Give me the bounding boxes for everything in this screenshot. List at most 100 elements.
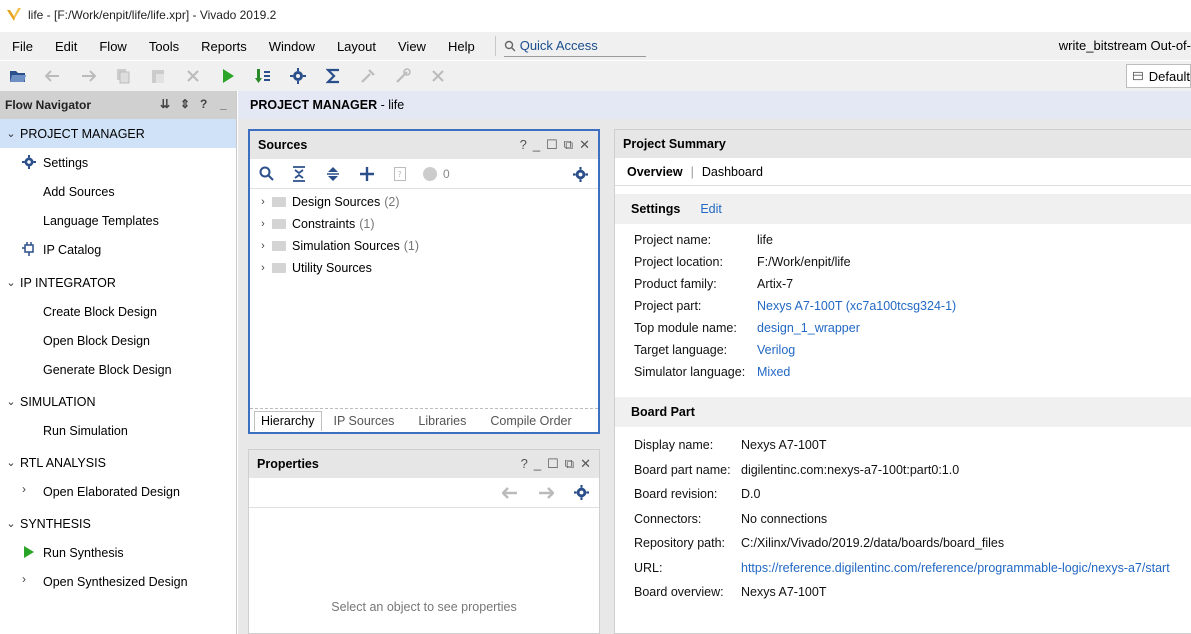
minimize-icon[interactable]: _ [220,97,227,111]
menu-file[interactable]: File [0,39,43,54]
gear-icon[interactable] [574,485,589,500]
section-rtl-analysis[interactable]: ⌄ RTL ANALYSIS [0,448,236,477]
tree-row-utility-sources[interactable]: › Utility Sources [250,257,598,279]
float-icon[interactable]: ⧉ [565,456,574,472]
tool-icon[interactable] [350,63,385,89]
section-synthesis[interactable]: ⌄ SYNTHESIS [0,509,236,538]
forward-arrow-icon[interactable] [538,486,554,499]
expand-all-icon[interactable]: ⇕ [180,97,190,111]
nav-item-open-synthesized-design[interactable]: › Open Synthesized Design [0,567,236,596]
summary-link[interactable]: Mixed [757,365,790,379]
minimize-icon[interactable]: _ [534,456,541,472]
menu-edit[interactable]: Edit [43,39,87,54]
minimize-icon[interactable]: _ [533,137,540,153]
spacer [615,186,1191,194]
summary-row: Connectors: No connections [615,507,1191,532]
tool2-icon[interactable] [385,63,420,89]
summary-key: Simulator language: [634,365,746,379]
add-icon[interactable] [360,166,374,181]
tab-ip-sources[interactable]: IP Sources [322,414,407,428]
maximize-icon[interactable]: ☐ [547,456,559,472]
nav-item-run-simulation[interactable]: Run Simulation [0,416,236,445]
help-icon[interactable]: ? [200,97,207,111]
collapse-all-icon[interactable] [292,165,306,182]
settings-icon[interactable] [280,63,315,89]
nav-item-open-elaborated-design[interactable]: › Open Elaborated Design [0,477,236,506]
tab-dashboard[interactable]: Dashboard [702,165,763,179]
summary-row: Simulator language: Mixed [615,361,1191,383]
help-icon[interactable]: ? [520,137,527,153]
nav-item-language-templates[interactable]: Language Templates [0,206,236,235]
copy-icon[interactable] [105,63,140,89]
undo-icon[interactable] [35,63,70,89]
nav-item-run-synthesis[interactable]: Run Synthesis [0,538,236,567]
close-icon[interactable]: ✕ [580,456,591,472]
redo-icon[interactable] [70,63,105,89]
tree-row-design-sources[interactable]: › Design Sources (2) [250,191,598,213]
help-icon[interactable]: ? [521,456,528,472]
summary-key: Product family: [634,277,717,291]
chevron-right-icon: › [261,262,265,274]
collapse-all-icon[interactable]: ⇊ [160,97,170,111]
menu-tools[interactable]: Tools [137,39,189,54]
section-ip-integrator[interactable]: ⌄ IP INTEGRATOR [0,268,236,297]
sigma-icon[interactable] [315,63,350,89]
nav-item-ip-catalog[interactable]: IP Catalog [0,235,236,264]
nav-item-open-block-design[interactable]: Open Block Design [0,326,236,355]
tree-count: (1) [403,239,419,253]
sources-panel: Sources ? _ ☐ ⧉ ✕ ? 0 › Design Sources (2)… [248,129,600,434]
tree-row-constraints[interactable]: › Constraints (1) [250,213,598,235]
summary-link[interactable]: Verilog [757,343,795,357]
chevron-down-icon: ⌄ [6,128,16,140]
menu-window[interactable]: Window [257,39,325,54]
maximize-icon[interactable]: ☐ [546,137,558,153]
section-simulation[interactable]: ⌄ SIMULATION [0,387,236,416]
unknown-file-icon[interactable]: ? [394,166,406,181]
section-project-manager[interactable]: ⌄ PROJECT MANAGER [0,119,236,148]
tab-compile-order[interactable]: Compile Order [478,414,583,428]
project-summary-panel: Project Summary Overview | Dashboard Set… [614,129,1191,634]
cancel-icon[interactable] [420,63,455,89]
menu-reports[interactable]: Reports [189,39,257,54]
nav-item-create-block-design[interactable]: Create Block Design [0,297,236,326]
quick-access-search[interactable]: Quick Access [503,35,646,57]
nav-item-label: Settings [43,155,89,170]
menu-layout[interactable]: Layout [325,39,386,54]
run-icon[interactable] [210,63,245,89]
delete-icon[interactable] [175,63,210,89]
layout-selector[interactable]: Default [1126,64,1191,88]
gear-icon[interactable] [573,167,588,182]
expand-all-icon[interactable] [326,166,340,182]
paste-icon[interactable] [140,63,175,89]
program-icon[interactable] [245,63,280,89]
tab-libraries[interactable]: Libraries [406,414,478,428]
sources-toolbar: ? 0 [250,159,598,189]
tab-overview[interactable]: Overview [627,165,683,179]
nav-item-add-sources[interactable]: Add Sources [0,177,236,206]
menu-flow[interactable]: Flow [87,39,136,54]
summary-link[interactable]: Nexys A7-100T (xc7a100tcsg324-1) [757,299,956,313]
summary-link[interactable]: https://reference.digilentinc.com/refere… [741,561,1170,575]
tab-hierarchy[interactable]: Hierarchy [254,410,322,431]
close-icon[interactable]: ✕ [579,137,590,153]
summary-row: Board part name: digilentinc.com:nexys-a7… [615,458,1191,483]
nav-item-generate-block-design[interactable]: Generate Block Design [0,355,236,384]
tree-label: Utility Sources [292,261,372,275]
summary-link[interactable]: design_1_wrapper [757,321,860,335]
float-icon[interactable]: ⧉ [564,137,573,153]
nav-item-label: Open Synthesized Design [43,574,188,589]
search-icon[interactable] [259,166,274,181]
nav-item-label: Create Block Design [43,304,157,319]
summary-row: Board revision: D.0 [615,482,1191,507]
nav-item-settings[interactable]: Settings [0,148,236,177]
back-arrow-icon[interactable] [502,486,518,499]
summary-key: Project name: [634,233,712,247]
menu-help[interactable]: Help [436,39,485,54]
open-project-icon[interactable] [0,63,35,89]
summary-key: Board overview: [634,585,724,600]
summary-row: Target language: Verilog [615,339,1191,361]
settings-section-header: Settings Edit [615,194,1191,224]
settings-edit-link[interactable]: Edit [700,202,722,216]
tree-row-simulation-sources[interactable]: › Simulation Sources (1) [250,235,598,257]
menu-view[interactable]: View [386,39,436,54]
